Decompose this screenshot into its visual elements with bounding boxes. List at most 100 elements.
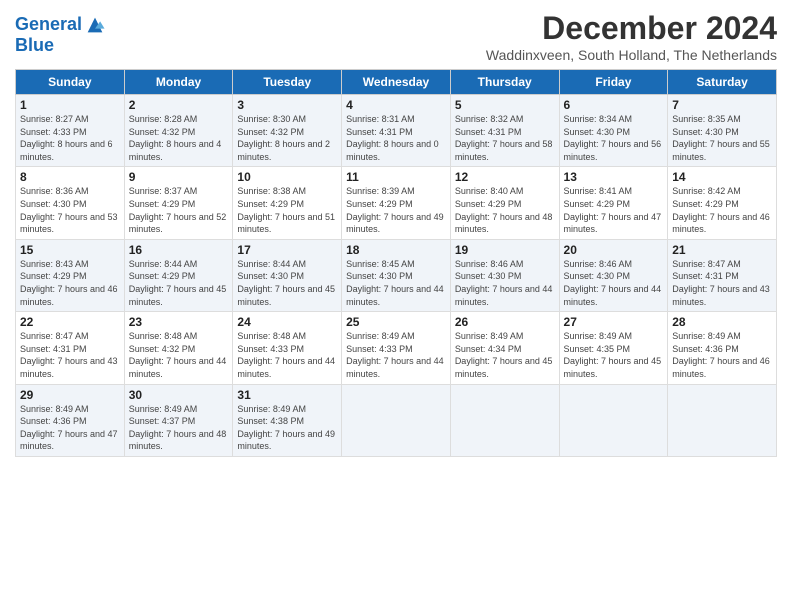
col-thursday: Thursday	[450, 70, 559, 95]
cell-0-1: 2Sunrise: 8:28 AMSunset: 4:32 PMDaylight…	[124, 95, 233, 167]
day-info: Sunrise: 8:36 AMSunset: 4:30 PMDaylight:…	[20, 185, 120, 235]
cell-1-0: 8Sunrise: 8:36 AMSunset: 4:30 PMDaylight…	[16, 167, 125, 239]
day-info: Sunrise: 8:47 AMSunset: 4:31 PMDaylight:…	[20, 330, 120, 380]
day-info: Sunrise: 8:48 AMSunset: 4:33 PMDaylight:…	[237, 330, 337, 380]
day-number: 25	[346, 315, 446, 329]
day-number: 16	[129, 243, 229, 257]
header-row: Sunday Monday Tuesday Wednesday Thursday…	[16, 70, 777, 95]
day-number: 17	[237, 243, 337, 257]
day-number: 26	[455, 315, 555, 329]
day-number: 29	[20, 388, 120, 402]
day-number: 6	[564, 98, 664, 112]
day-number: 20	[564, 243, 664, 257]
calendar-body: 1Sunrise: 8:27 AMSunset: 4:33 PMDaylight…	[16, 95, 777, 457]
logo-icon	[84, 14, 106, 36]
day-info: Sunrise: 8:49 AMSunset: 4:36 PMDaylight:…	[20, 403, 120, 453]
day-info: Sunrise: 8:42 AMSunset: 4:29 PMDaylight:…	[672, 185, 772, 235]
week-row-3: 22Sunrise: 8:47 AMSunset: 4:31 PMDayligh…	[16, 312, 777, 384]
cell-3-3: 25Sunrise: 8:49 AMSunset: 4:33 PMDayligh…	[342, 312, 451, 384]
day-number: 22	[20, 315, 120, 329]
cell-1-1: 9Sunrise: 8:37 AMSunset: 4:29 PMDaylight…	[124, 167, 233, 239]
col-sunday: Sunday	[16, 70, 125, 95]
subtitle: Waddinxveen, South Holland, The Netherla…	[486, 47, 777, 63]
day-info: Sunrise: 8:46 AMSunset: 4:30 PMDaylight:…	[455, 258, 555, 308]
day-number: 11	[346, 170, 446, 184]
cell-3-1: 23Sunrise: 8:48 AMSunset: 4:32 PMDayligh…	[124, 312, 233, 384]
day-info: Sunrise: 8:45 AMSunset: 4:30 PMDaylight:…	[346, 258, 446, 308]
cell-3-0: 22Sunrise: 8:47 AMSunset: 4:31 PMDayligh…	[16, 312, 125, 384]
calendar-table: Sunday Monday Tuesday Wednesday Thursday…	[15, 69, 777, 457]
day-info: Sunrise: 8:46 AMSunset: 4:30 PMDaylight:…	[564, 258, 664, 308]
day-info: Sunrise: 8:49 AMSunset: 4:37 PMDaylight:…	[129, 403, 229, 453]
day-number: 5	[455, 98, 555, 112]
day-info: Sunrise: 8:34 AMSunset: 4:30 PMDaylight:…	[564, 113, 664, 163]
page-container: General Blue December 2024 Waddinxveen, …	[0, 0, 792, 462]
day-number: 9	[129, 170, 229, 184]
cell-4-0: 29Sunrise: 8:49 AMSunset: 4:36 PMDayligh…	[16, 384, 125, 456]
day-number: 27	[564, 315, 664, 329]
main-title: December 2024	[486, 10, 777, 47]
cell-4-2: 31Sunrise: 8:49 AMSunset: 4:38 PMDayligh…	[233, 384, 342, 456]
cell-0-0: 1Sunrise: 8:27 AMSunset: 4:33 PMDaylight…	[16, 95, 125, 167]
day-info: Sunrise: 8:38 AMSunset: 4:29 PMDaylight:…	[237, 185, 337, 235]
logo-blue-text: Blue	[15, 36, 106, 56]
day-number: 3	[237, 98, 337, 112]
day-info: Sunrise: 8:35 AMSunset: 4:30 PMDaylight:…	[672, 113, 772, 163]
cell-3-5: 27Sunrise: 8:49 AMSunset: 4:35 PMDayligh…	[559, 312, 668, 384]
cell-0-3: 4Sunrise: 8:31 AMSunset: 4:31 PMDaylight…	[342, 95, 451, 167]
cell-3-2: 24Sunrise: 8:48 AMSunset: 4:33 PMDayligh…	[233, 312, 342, 384]
cell-2-5: 20Sunrise: 8:46 AMSunset: 4:30 PMDayligh…	[559, 239, 668, 311]
cell-4-3	[342, 384, 451, 456]
col-tuesday: Tuesday	[233, 70, 342, 95]
header: General Blue December 2024 Waddinxveen, …	[15, 10, 777, 63]
cell-0-4: 5Sunrise: 8:32 AMSunset: 4:31 PMDaylight…	[450, 95, 559, 167]
day-info: Sunrise: 8:31 AMSunset: 4:31 PMDaylight:…	[346, 113, 446, 163]
day-number: 12	[455, 170, 555, 184]
logo-text: General	[15, 15, 82, 35]
day-number: 31	[237, 388, 337, 402]
cell-1-6: 14Sunrise: 8:42 AMSunset: 4:29 PMDayligh…	[668, 167, 777, 239]
col-saturday: Saturday	[668, 70, 777, 95]
day-info: Sunrise: 8:27 AMSunset: 4:33 PMDaylight:…	[20, 113, 120, 163]
cell-3-4: 26Sunrise: 8:49 AMSunset: 4:34 PMDayligh…	[450, 312, 559, 384]
cell-4-4	[450, 384, 559, 456]
day-info: Sunrise: 8:44 AMSunset: 4:29 PMDaylight:…	[129, 258, 229, 308]
cell-1-2: 10Sunrise: 8:38 AMSunset: 4:29 PMDayligh…	[233, 167, 342, 239]
week-row-0: 1Sunrise: 8:27 AMSunset: 4:33 PMDaylight…	[16, 95, 777, 167]
week-row-4: 29Sunrise: 8:49 AMSunset: 4:36 PMDayligh…	[16, 384, 777, 456]
day-number: 10	[237, 170, 337, 184]
day-info: Sunrise: 8:40 AMSunset: 4:29 PMDaylight:…	[455, 185, 555, 235]
col-friday: Friday	[559, 70, 668, 95]
day-number: 13	[564, 170, 664, 184]
col-wednesday: Wednesday	[342, 70, 451, 95]
cell-2-2: 17Sunrise: 8:44 AMSunset: 4:30 PMDayligh…	[233, 239, 342, 311]
day-number: 28	[672, 315, 772, 329]
cell-2-6: 21Sunrise: 8:47 AMSunset: 4:31 PMDayligh…	[668, 239, 777, 311]
cell-2-4: 19Sunrise: 8:46 AMSunset: 4:30 PMDayligh…	[450, 239, 559, 311]
day-number: 1	[20, 98, 120, 112]
day-number: 4	[346, 98, 446, 112]
day-number: 30	[129, 388, 229, 402]
day-number: 23	[129, 315, 229, 329]
day-info: Sunrise: 8:44 AMSunset: 4:30 PMDaylight:…	[237, 258, 337, 308]
day-info: Sunrise: 8:48 AMSunset: 4:32 PMDaylight:…	[129, 330, 229, 380]
cell-2-0: 15Sunrise: 8:43 AMSunset: 4:29 PMDayligh…	[16, 239, 125, 311]
day-number: 19	[455, 243, 555, 257]
title-block: December 2024 Waddinxveen, South Holland…	[486, 10, 777, 63]
day-info: Sunrise: 8:49 AMSunset: 4:33 PMDaylight:…	[346, 330, 446, 380]
day-info: Sunrise: 8:49 AMSunset: 4:38 PMDaylight:…	[237, 403, 337, 453]
cell-0-5: 6Sunrise: 8:34 AMSunset: 4:30 PMDaylight…	[559, 95, 668, 167]
cell-1-5: 13Sunrise: 8:41 AMSunset: 4:29 PMDayligh…	[559, 167, 668, 239]
day-number: 14	[672, 170, 772, 184]
cell-1-3: 11Sunrise: 8:39 AMSunset: 4:29 PMDayligh…	[342, 167, 451, 239]
day-info: Sunrise: 8:41 AMSunset: 4:29 PMDaylight:…	[564, 185, 664, 235]
cell-0-6: 7Sunrise: 8:35 AMSunset: 4:30 PMDaylight…	[668, 95, 777, 167]
day-info: Sunrise: 8:32 AMSunset: 4:31 PMDaylight:…	[455, 113, 555, 163]
cell-3-6: 28Sunrise: 8:49 AMSunset: 4:36 PMDayligh…	[668, 312, 777, 384]
day-info: Sunrise: 8:47 AMSunset: 4:31 PMDaylight:…	[672, 258, 772, 308]
day-info: Sunrise: 8:49 AMSunset: 4:36 PMDaylight:…	[672, 330, 772, 380]
cell-4-1: 30Sunrise: 8:49 AMSunset: 4:37 PMDayligh…	[124, 384, 233, 456]
day-number: 8	[20, 170, 120, 184]
day-info: Sunrise: 8:30 AMSunset: 4:32 PMDaylight:…	[237, 113, 337, 163]
day-number: 15	[20, 243, 120, 257]
